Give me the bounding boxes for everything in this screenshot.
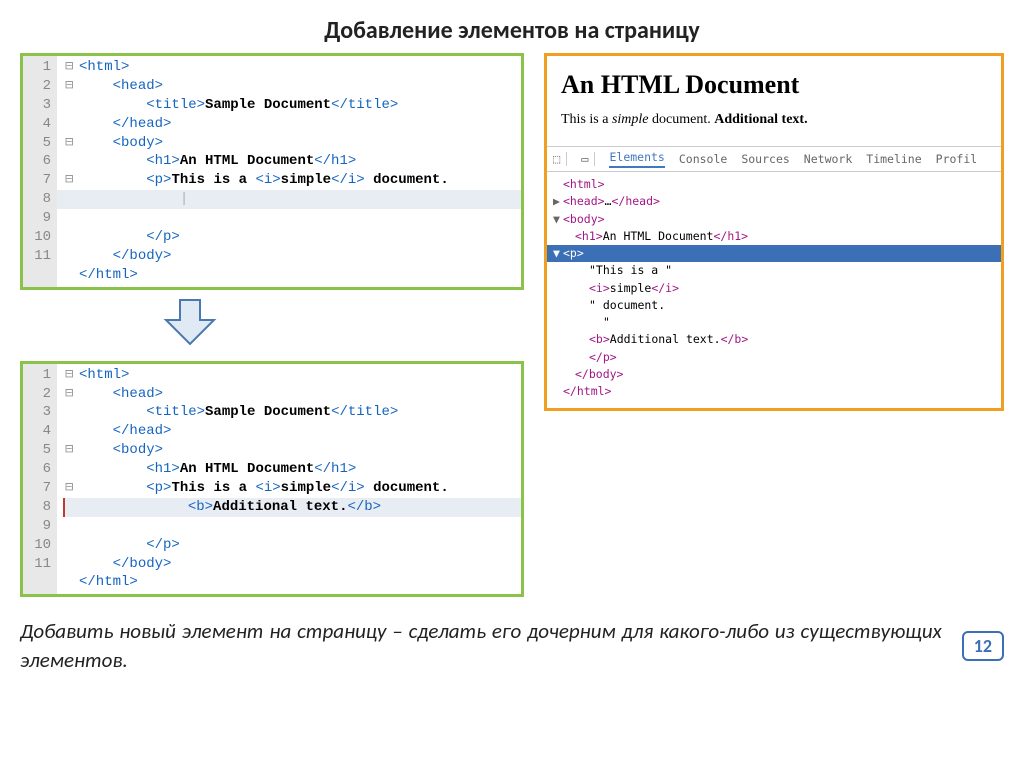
devtools-tab-console[interactable]: Console (679, 152, 727, 166)
slide-title: Добавление элементов на страницу (20, 16, 1004, 45)
devtools-tab-sources[interactable]: Sources (741, 152, 789, 166)
devtools-tab-profil[interactable]: Profil (936, 152, 978, 166)
code-editor-bottom: 1234567891011 ⊟<html> ⊟ <head> <title>Sa… (20, 361, 524, 598)
page-number: 12 (962, 631, 1004, 661)
devtools-panel: ⬚ ▭ Elements Console Sources Network Timelin… (547, 146, 1001, 408)
rendered-paragraph: This is a simple document. Additional te… (561, 112, 987, 128)
arrow-down-icon (140, 296, 240, 351)
devtools-tab-network[interactable]: Network (804, 152, 852, 166)
footer-caption: Добавить новый элемент на страницу – сде… (20, 617, 942, 674)
rendered-heading: An HTML Document (561, 70, 987, 100)
browser-preview: An HTML Document This is a simple docume… (544, 53, 1004, 411)
dom-tree[interactable]: <html>▶<head>…</head>▼<body><h1>An HTML … (547, 172, 1001, 408)
inspect-icon[interactable]: ⬚ (553, 152, 567, 166)
devtools-tab-timeline[interactable]: Timeline (866, 152, 921, 166)
devtools-tab-elements[interactable]: Elements (609, 150, 664, 168)
code-editor-top: 1234567891011 ⊟<html> ⊟ <head> <title>Sa… (20, 53, 524, 290)
device-icon[interactable]: ▭ (581, 152, 595, 166)
